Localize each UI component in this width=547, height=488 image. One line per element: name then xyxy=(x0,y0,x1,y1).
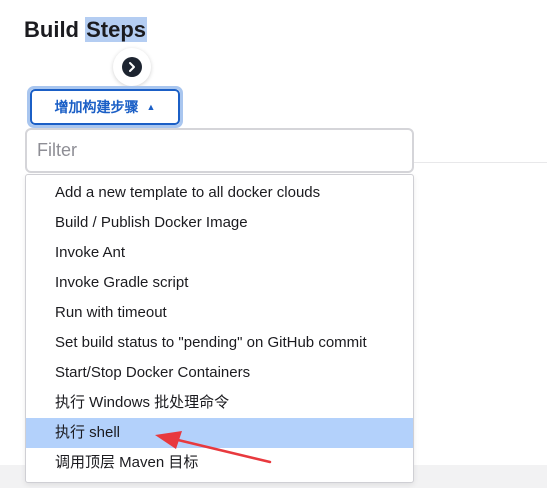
menu-item[interactable]: 调用顶层 Maven 目标 xyxy=(26,448,413,478)
menu-item[interactable]: Run with timeout xyxy=(26,298,413,328)
menu-item[interactable]: Add a new template to all docker clouds xyxy=(26,178,413,208)
chevron-right-icon xyxy=(129,62,135,72)
section-title: Build Steps xyxy=(24,17,148,43)
menu-item[interactable]: Start/Stop Docker Containers xyxy=(26,358,413,388)
add-build-step-button-face: 增加构建步骤 ▲ xyxy=(30,89,180,125)
section-title-selected-text: Steps xyxy=(85,17,148,42)
menu-item[interactable]: Set build status to "pending" on GitHub … xyxy=(26,328,413,358)
helper-extension-badge[interactable] xyxy=(113,48,151,86)
menu-item[interactable]: Invoke Ant xyxy=(26,238,413,268)
menu-item[interactable]: Build / Publish Docker Image xyxy=(26,208,413,238)
add-build-step-button[interactable]: 增加构建步骤 ▲ xyxy=(27,86,183,128)
build-step-list: Add a new template to all docker clouds B… xyxy=(26,175,413,478)
build-step-dropdown: Add a new template to all docker clouds B… xyxy=(25,174,414,483)
menu-item[interactable]: 执行 Windows 批处理命令 xyxy=(26,388,413,418)
divider xyxy=(414,162,547,163)
page: Build Steps 增加构建步骤 ▲ Add a new template … xyxy=(0,0,547,488)
caret-up-icon: ▲ xyxy=(146,102,156,112)
menu-item[interactable]: Invoke Gradle script xyxy=(26,268,413,298)
filter-input[interactable] xyxy=(25,128,414,173)
add-build-step-label: 增加构建步骤 xyxy=(54,99,139,115)
section-title-prefix: Build xyxy=(24,17,86,42)
menu-item[interactable]: 执行 shell xyxy=(26,418,413,448)
